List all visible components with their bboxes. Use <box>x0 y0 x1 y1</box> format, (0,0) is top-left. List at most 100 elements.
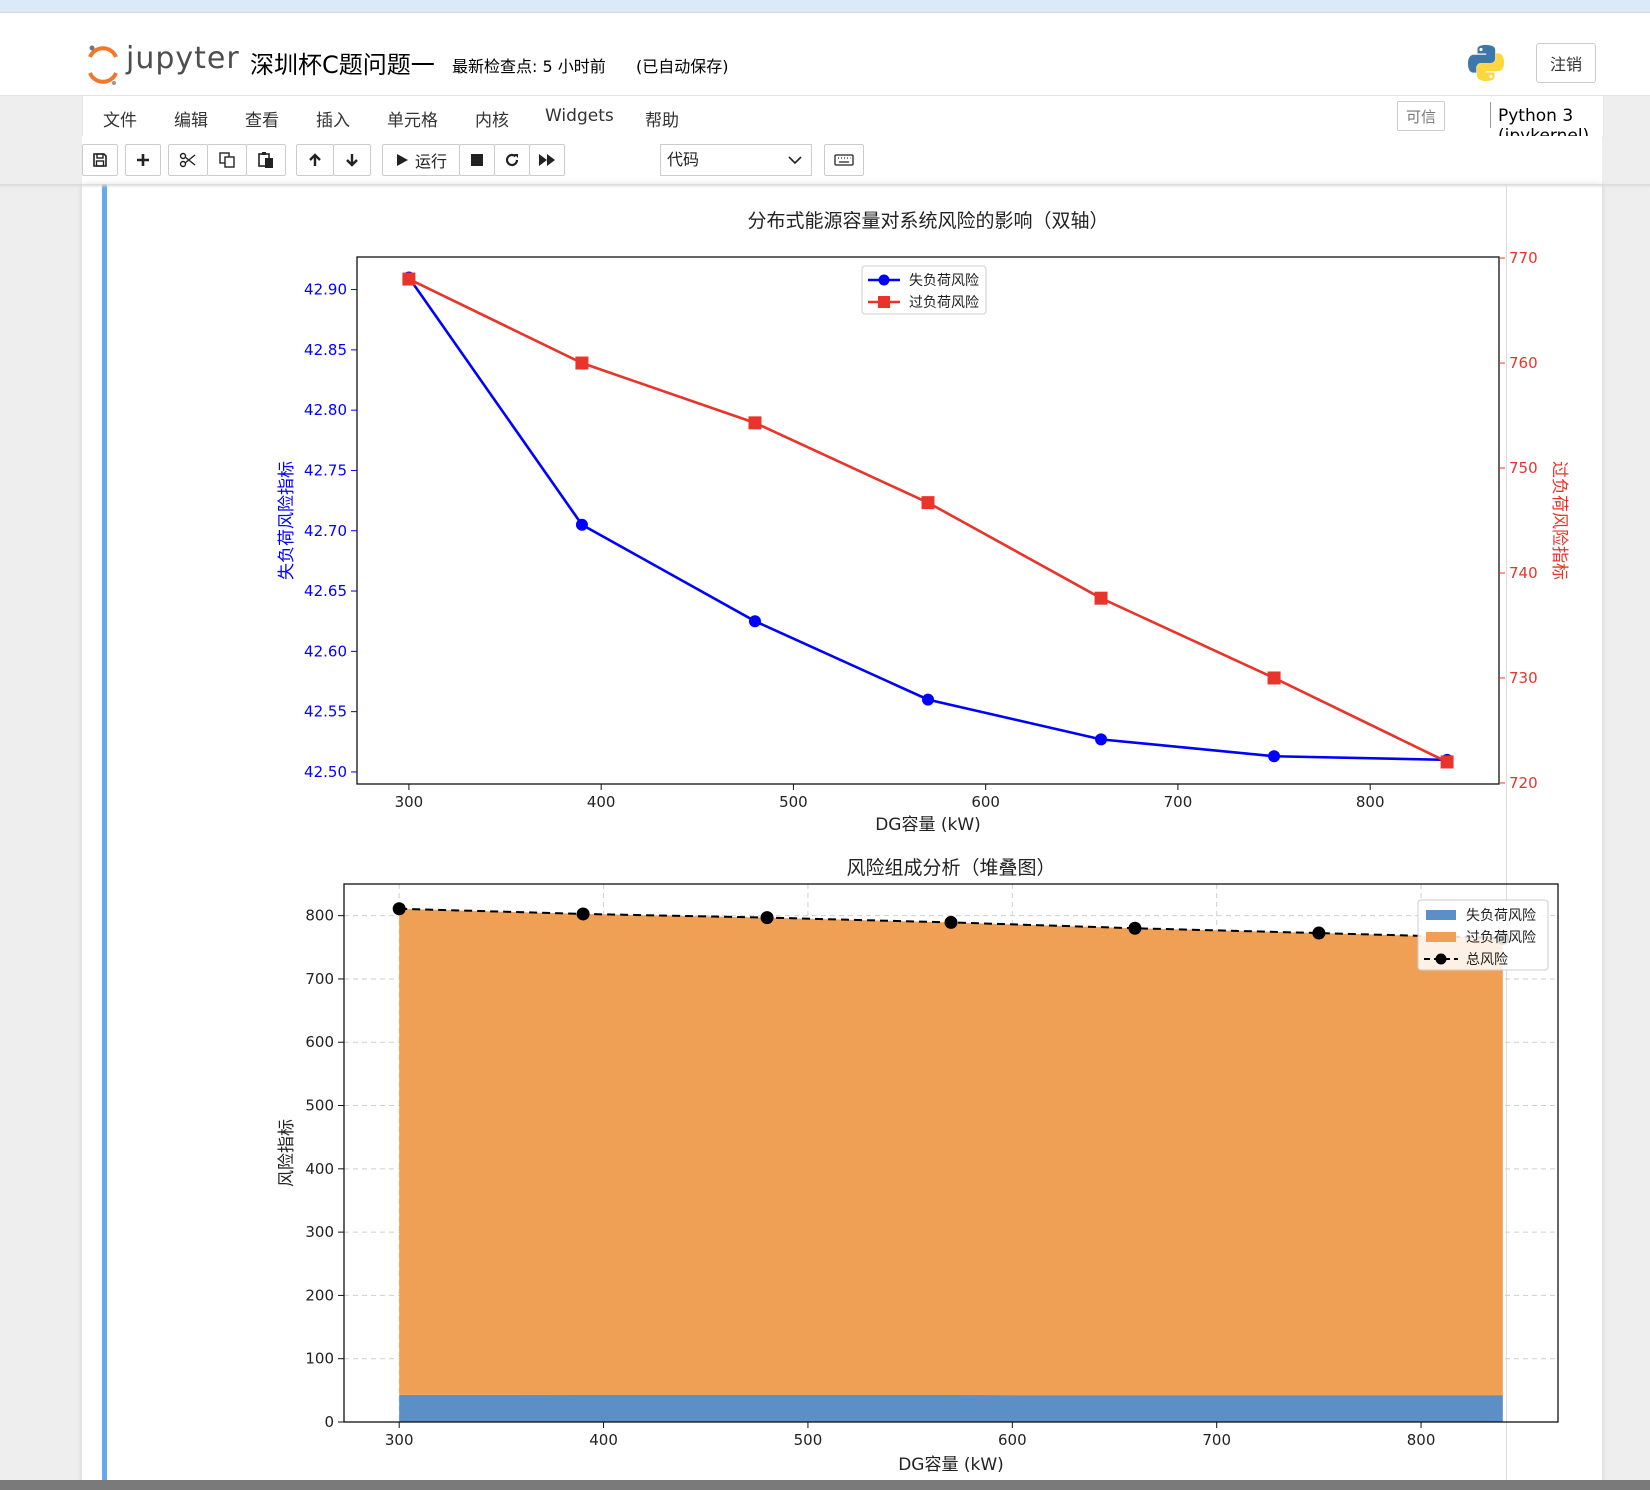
chevron-down-icon <box>788 156 802 165</box>
stop-icon <box>471 154 483 166</box>
menu-view[interactable]: 查看 <box>245 106 279 131</box>
chart1-right-axis-label: 过负荷风险指标 <box>1549 461 1569 580</box>
chart1-right-tick-label: 720 <box>1509 774 1538 792</box>
chart1-series-line <box>408 277 1448 764</box>
chart2-x-axis-label: DG容量 (kW) <box>898 1455 1004 1475</box>
restart-button[interactable] <box>494 144 530 176</box>
chart1-point <box>1267 671 1281 685</box>
menu-cell[interactable]: 单元格 <box>387 106 438 131</box>
chart1-right-tick-label: 750 <box>1509 459 1538 477</box>
python-logo-icon <box>1468 45 1504 81</box>
chart2-legend-label: 总风险 <box>1466 952 1508 968</box>
logout-button[interactable]: 注销 <box>1536 43 1596 83</box>
chart1-point <box>922 693 934 706</box>
window-bottom-bar <box>0 1480 1650 1490</box>
keyboard-icon <box>834 154 854 166</box>
run-label: 运行 <box>414 152 447 171</box>
kernel-separator <box>1490 102 1491 128</box>
trusted-indicator[interactable]: 可信 <box>1397 101 1445 131</box>
chart2-y-tick-label: 200 <box>305 1286 334 1304</box>
chart2-y-tick-label: 300 <box>305 1223 334 1241</box>
chart2-total-point <box>760 911 774 925</box>
menu-help[interactable]: 帮助 <box>645 106 679 131</box>
chart1-x-tick-label: 300 <box>395 793 424 811</box>
chart1-left-axis-label: 失负荷风险指标 <box>277 461 297 580</box>
cut-icon <box>179 152 196 168</box>
chart2-y-axis-label: 风险指标 <box>277 1119 297 1187</box>
chart2-y-tick-label: 800 <box>305 907 334 925</box>
chart1-x-tick-label: 600 <box>971 793 1000 811</box>
move-up-button[interactable] <box>296 144 334 176</box>
chart2-x-tick-label: 600 <box>998 1431 1027 1449</box>
chart2-y-tick-label: 500 <box>305 1097 334 1115</box>
menu-insert[interactable]: 插入 <box>316 106 350 131</box>
chart2-total-point <box>944 915 958 929</box>
chart1-point <box>1440 755 1454 769</box>
chart2-title: 风险组成分析（堆叠图） <box>846 857 1055 879</box>
chart2-legend-label: 过负荷风险 <box>1466 930 1536 946</box>
chart1-title: 分布式能源容量对系统风险的影响（双轴） <box>747 210 1108 232</box>
chart1-legend-marker <box>878 296 890 308</box>
chart1-x-tick-label: 800 <box>1356 793 1385 811</box>
chart1-right-tick-label: 730 <box>1509 669 1538 687</box>
copy-button[interactable] <box>207 144 247 176</box>
chart1-x-tick-label: 700 <box>1164 793 1193 811</box>
chart1-x-tick-label: 500 <box>779 793 808 811</box>
chart1-legend-label: 过负荷风险 <box>909 295 979 311</box>
cell-type-select[interactable]: 代码 <box>660 144 812 176</box>
chart2-y-tick-label: 0 <box>324 1413 334 1431</box>
chart2-x-tick-label: 800 <box>1407 1431 1436 1449</box>
stop-button[interactable] <box>459 144 495 176</box>
menu-file[interactable]: 文件 <box>103 106 137 131</box>
restart-run-all-button[interactable] <box>529 144 565 176</box>
plus-icon <box>137 154 149 166</box>
chart1-point <box>1268 750 1281 763</box>
chart1-point <box>1095 733 1108 746</box>
notebook-container: 分布式能源容量对系统风险的影响（双轴） 300 400 500 600 700 800 DG容… <box>82 184 1602 1490</box>
chart1-left-tick-label: 42.75 <box>304 461 347 479</box>
chart2-y-tick-label: 600 <box>305 1033 334 1051</box>
chart2-y-tick-label: 700 <box>305 970 334 988</box>
chart2-y-tick-label: 400 <box>305 1160 334 1178</box>
output-figure: 分布式能源容量对系统风险的影响（双轴） 300 400 500 600 700 800 DG容… <box>277 210 1569 1475</box>
insert-cell-button[interactable] <box>125 144 161 176</box>
browser-top-strip <box>0 0 1650 13</box>
chart1-point <box>1094 591 1108 605</box>
chart1-left-tick-label: 42.60 <box>304 642 347 660</box>
notebook-title[interactable]: 深圳杯C题问题一 <box>250 45 435 80</box>
chart1-x-tick-label: 400 <box>587 793 616 811</box>
chart2-x-tick-label: 400 <box>589 1431 618 1449</box>
chart1-point <box>748 615 761 628</box>
run-button[interactable]: 运行 <box>382 144 460 176</box>
checkpoint-status: 最新检查点: 5 小时前 <box>452 57 606 76</box>
move-down-button[interactable] <box>333 144 371 176</box>
menu-widgets[interactable]: Widgets <box>545 106 614 126</box>
chart2-x-tick-label: 300 <box>385 1431 414 1449</box>
chart2-stack-area <box>399 1394 1503 1422</box>
arrow-down-icon <box>346 154 358 167</box>
menu-edit[interactable]: 编辑 <box>174 106 208 131</box>
command-palette-button[interactable] <box>824 144 864 176</box>
paste-button[interactable] <box>246 144 286 176</box>
chart2-legend-swatch <box>1426 932 1456 942</box>
fast-forward-icon <box>539 154 555 166</box>
cell-type-value: 代码 <box>667 150 700 169</box>
chart2-y-tick-label: 100 <box>305 1350 334 1368</box>
arrow-up-icon <box>309 153 321 166</box>
paste-icon <box>258 152 273 168</box>
cut-button[interactable] <box>168 144 208 176</box>
save-button[interactable] <box>82 144 118 176</box>
chart2-stack-area <box>399 908 1503 1396</box>
chart1-x-axis-label: DG容量 (kW) <box>875 815 981 835</box>
menubar: 文件 编辑 查看 插入 单元格 内核 Widgets 帮助 可信 Python … <box>82 96 1604 146</box>
chart1-left-tick-label: 42.50 <box>304 763 347 781</box>
chart2-x-tick-label: 700 <box>1202 1431 1231 1449</box>
chart1-right-tick-label: 760 <box>1509 354 1538 372</box>
menu-kernel[interactable]: 内核 <box>475 106 509 131</box>
jupyter-logo-text[interactable]: jupyter <box>126 41 240 76</box>
chart2-total-point <box>1128 921 1142 935</box>
chart1-point <box>402 272 416 286</box>
chart1-left-tick-label: 42.55 <box>304 703 347 721</box>
save-icon <box>93 153 107 167</box>
chart2-total-point <box>576 907 590 921</box>
